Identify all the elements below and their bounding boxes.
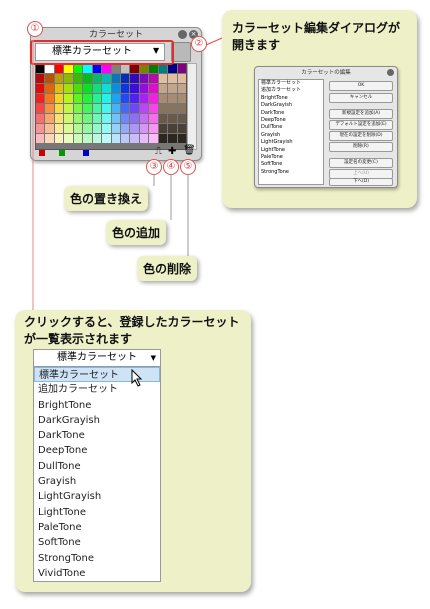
dropdown-item[interactable]: StrongTone	[34, 551, 160, 566]
dropdown-item[interactable]: PaleTone	[34, 520, 160, 535]
dialog-list-item[interactable]: 追加カラーセット	[259, 87, 323, 94]
dropdown-item[interactable]: Grayish	[34, 474, 160, 489]
dropdown-value: 標準カラーセット	[57, 352, 137, 363]
dialog-rename-button[interactable]: 設定名の変更(C)	[329, 158, 393, 168]
dropdown-item[interactable]: DarkGrayish	[34, 413, 160, 428]
chevron-down-icon[interactable]: ▼	[151, 350, 156, 366]
dialog-list-item[interactable]: DullTone	[259, 124, 323, 131]
dropdown-item[interactable]: LightTone	[34, 505, 160, 520]
dropdown-item[interactable]: SoftTone	[34, 535, 160, 550]
add-color-label: 色の追加	[106, 220, 167, 245]
dialog-ok-button[interactable]: OK	[329, 81, 393, 91]
dialog-close-icon[interactable]	[387, 69, 394, 76]
color-set-edit-dialog: カラーセットの編集 標準カラーセット 追加カラーセット BrightTone D…	[254, 66, 398, 188]
dialog-list-item[interactable]: DarkGrayish	[259, 102, 323, 109]
color-set-dropdown[interactable]: 標準カラーセット ▼	[33, 349, 161, 367]
dialog-list-item[interactable]: PaleTone	[259, 154, 323, 161]
dialog-add-default-button[interactable]: デフォルト設定を追加(E)	[329, 120, 393, 130]
mouse-cursor-icon	[131, 369, 143, 387]
dialog-set-list[interactable]: 標準カラーセット 追加カラーセット BrightTone DarkGrayish…	[258, 79, 324, 185]
dropdown-item[interactable]: BrightTone	[34, 398, 160, 413]
dialog-add-new-button[interactable]: 新規設定を追加(A)	[329, 109, 393, 119]
dropdown-item[interactable]: DullTone	[34, 459, 160, 474]
color-set-dropdown-list[interactable]: 標準カラーセット 追加カラーセット BrightTone DarkGrayish…	[33, 366, 161, 582]
dropdown-item[interactable]: VividTone	[34, 566, 160, 581]
dialog-list-item[interactable]: DarkTone	[259, 110, 323, 117]
dialog-list-item[interactable]: LightGrayish	[259, 139, 323, 146]
dialog-delete-current-button[interactable]: 現在の設定を削除(D)	[329, 131, 393, 141]
dialog-list-item[interactable]: Grayish	[259, 132, 323, 139]
dialog-list-item[interactable]: LightTone	[259, 147, 323, 154]
dialog-down-button[interactable]: 下へ(D)	[329, 178, 393, 186]
dialog-list-item[interactable]: BrightTone	[259, 95, 323, 102]
dialog-list-item[interactable]: DeepTone	[259, 117, 323, 124]
delete-color-label: 色の削除	[137, 256, 198, 281]
dialog-cancel-button[interactable]: キャンセル	[329, 93, 393, 103]
dialog-list-item[interactable]: StrongTone	[259, 169, 323, 176]
dialog-title: カラーセットの編集	[301, 70, 351, 76]
replace-color-label: 色の置き換え	[64, 186, 149, 211]
dialog-list-item[interactable]: SoftTone	[259, 161, 323, 168]
dropdown-item[interactable]: DeepTone	[34, 443, 160, 458]
edit-dialog-callout-text: カラーセット編集ダイアログが開きます	[232, 21, 401, 52]
dropdown-item[interactable]: LightGrayish	[34, 489, 160, 504]
dialog-delete-button[interactable]: 削除(R)	[329, 142, 393, 152]
dropdown-item[interactable]: DarkTone	[34, 428, 160, 443]
dropdown-callout-text: クリックすると、登録したカラーセットが一覧表示されます	[24, 315, 240, 346]
